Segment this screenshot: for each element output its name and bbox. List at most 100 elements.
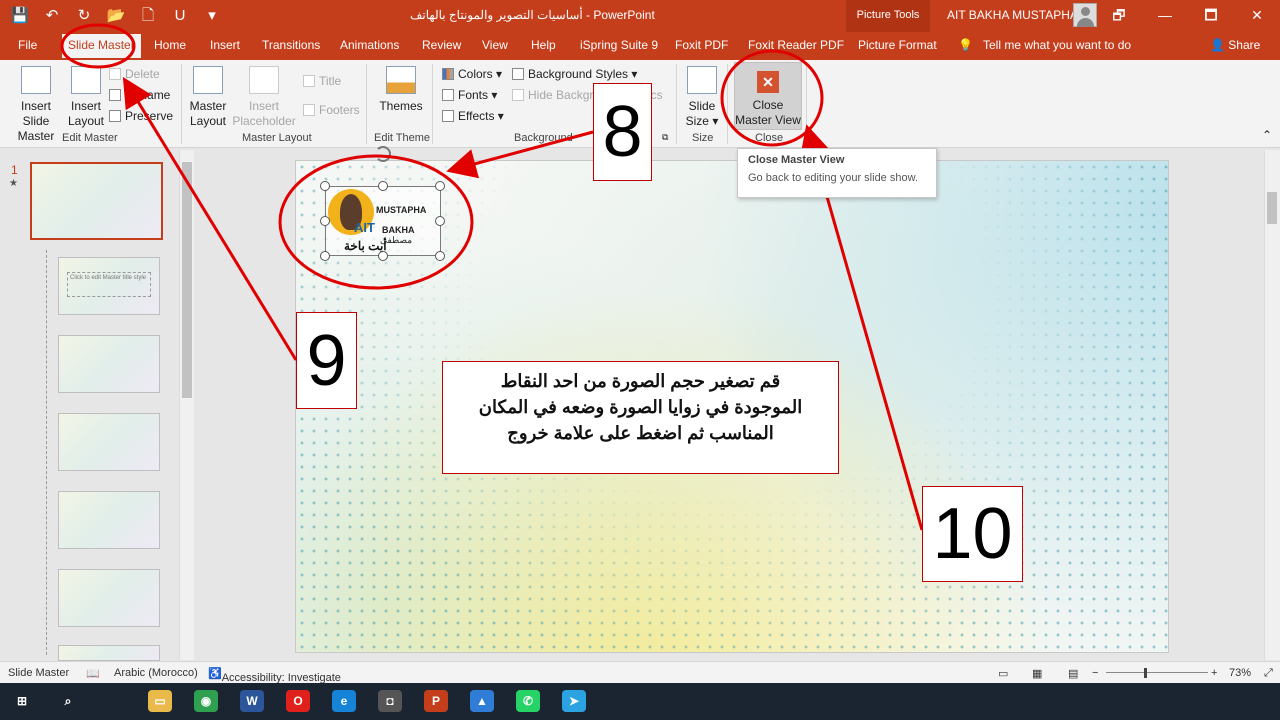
colors-dropdown[interactable]: Colors ▾ bbox=[442, 67, 502, 81]
insert-layout-button[interactable]: Insert Layout bbox=[66, 64, 106, 129]
customize-qat-icon[interactable]: ▾ bbox=[202, 6, 222, 26]
rename-button[interactable]: Rename bbox=[109, 88, 170, 102]
resize-handle[interactable] bbox=[320, 251, 330, 261]
resize-handle[interactable] bbox=[435, 216, 445, 226]
tab-insert[interactable]: Insert bbox=[210, 38, 240, 52]
resize-handle[interactable] bbox=[320, 216, 330, 226]
tab-view[interactable]: View bbox=[482, 38, 508, 52]
master-layout-icon bbox=[193, 66, 223, 94]
spellcheck-icon[interactable]: 📖 bbox=[86, 667, 100, 680]
fonts-dropdown[interactable]: Fonts ▾ bbox=[442, 88, 497, 102]
tab-foxit-pdf[interactable]: Foxit PDF bbox=[675, 38, 728, 52]
whatsapp-icon[interactable]: ✆ bbox=[516, 690, 540, 712]
edge-icon[interactable]: e bbox=[332, 690, 356, 712]
share-button[interactable]: 👤 Share bbox=[1210, 38, 1260, 52]
new-icon[interactable]: 🗋 bbox=[138, 6, 158, 26]
zoom-level[interactable]: 73% bbox=[1229, 667, 1251, 679]
file-explorer-icon[interactable]: ▭ bbox=[148, 690, 172, 712]
preserve-button[interactable]: Preserve bbox=[109, 109, 173, 123]
selected-logo-picture[interactable]: MUSTAPHA AIT BAKHA مصطفى أيت باخة bbox=[320, 181, 445, 261]
effects-dropdown[interactable]: Effects ▾ bbox=[442, 109, 504, 123]
hide-background-checkbox[interactable]: Hide Backgro bbox=[512, 88, 600, 102]
scroll-thumb[interactable] bbox=[182, 162, 192, 398]
avatar[interactable] bbox=[1073, 3, 1097, 27]
windows-icon[interactable]: ⊞ bbox=[10, 690, 34, 712]
word-icon[interactable]: W bbox=[240, 690, 264, 712]
undo-icon[interactable]: ↶ bbox=[42, 6, 62, 26]
ribbon-display-icon[interactable]: 🗗 bbox=[1096, 0, 1142, 32]
resize-handle[interactable] bbox=[378, 251, 388, 261]
delete-button[interactable]: Delete bbox=[109, 67, 160, 81]
thumbnail-scrollbar[interactable] bbox=[179, 150, 194, 660]
zoom-slider-thumb[interactable] bbox=[1144, 668, 1147, 678]
insert-slide-master-button[interactable]: Insert Slide Master bbox=[6, 64, 66, 144]
language[interactable]: Arabic (Morocco) bbox=[114, 667, 198, 679]
redo-icon[interactable]: ↻ bbox=[74, 6, 94, 26]
opera-icon[interactable]: O bbox=[286, 690, 310, 712]
slide-size-button[interactable]: Slide Size ▾ bbox=[682, 64, 722, 129]
zoom-slider[interactable] bbox=[1106, 672, 1208, 673]
tab-transitions[interactable]: Transitions bbox=[262, 38, 320, 52]
footers-checkbox[interactable]: Footers bbox=[303, 103, 360, 117]
close-window-button[interactable]: ✕ bbox=[1234, 0, 1280, 32]
resize-handle[interactable] bbox=[435, 251, 445, 261]
slide-scrollbar[interactable] bbox=[1264, 150, 1280, 660]
underline-icon[interactable]: U bbox=[170, 6, 190, 26]
layout-thumbnail[interactable] bbox=[58, 335, 160, 393]
layout-thumbnail[interactable] bbox=[58, 569, 160, 627]
delete-icon bbox=[109, 68, 121, 80]
master-layout-button[interactable]: Master Layout bbox=[188, 64, 228, 129]
slide-sorter-icon[interactable]: ▦ bbox=[1032, 667, 1042, 680]
dialog-launcher-icon[interactable]: ⧉ bbox=[662, 132, 668, 143]
label: Master View bbox=[735, 113, 801, 127]
fit-slide-icon[interactable]: ⤢ bbox=[1264, 667, 1273, 680]
taskbar: ⊞ ⌕ ▭ ◉ W Oe ◘ P ▲ ✆ ➤ bbox=[0, 683, 1280, 720]
tab-file[interactable]: File bbox=[18, 38, 37, 52]
layout-thumbnail[interactable] bbox=[58, 413, 160, 471]
resize-handle[interactable] bbox=[320, 181, 330, 191]
powerpoint-icon[interactable]: P bbox=[424, 690, 448, 712]
camera-icon[interactable]: ◘ bbox=[378, 690, 402, 712]
title-checkbox[interactable]: Title bbox=[303, 74, 341, 88]
normal-view-icon[interactable]: ▭ bbox=[998, 667, 1008, 680]
tab-slide-master[interactable]: Slide Master bbox=[62, 34, 141, 58]
logo-text: MUSTAPHA bbox=[376, 205, 427, 215]
tell-me-search[interactable]: Tell me what you want to do bbox=[983, 38, 1131, 52]
zoom-in-icon[interactable]: + bbox=[1211, 667, 1217, 679]
label: Placeholder bbox=[232, 114, 296, 128]
tab-animations[interactable]: Animations bbox=[340, 38, 399, 52]
rotate-handle-icon[interactable] bbox=[375, 146, 391, 162]
label: Background Styles bbox=[528, 67, 629, 81]
tab-ispring[interactable]: iSpring Suite 9 bbox=[580, 38, 658, 52]
scroll-thumb[interactable] bbox=[1267, 192, 1277, 224]
layout-thumbnail[interactable]: Click to edit Master title style bbox=[58, 257, 160, 315]
search-icon[interactable]: ⌕ bbox=[56, 690, 80, 712]
accessibility-status[interactable]: ♿ Accessibility: Investigate bbox=[208, 667, 341, 684]
layout-thumbnail[interactable] bbox=[58, 491, 160, 549]
tab-help[interactable]: Help bbox=[531, 38, 556, 52]
photos-icon[interactable]: ▲ bbox=[470, 690, 494, 712]
tab-home[interactable]: Home bbox=[154, 38, 186, 52]
tab-review[interactable]: Review bbox=[422, 38, 461, 52]
rename-icon bbox=[109, 89, 121, 101]
close-master-view-button[interactable]: ✕ Close Master View bbox=[734, 62, 802, 130]
layout-thumbnail[interactable] bbox=[58, 645, 160, 661]
slide-master-thumbnail[interactable] bbox=[30, 162, 163, 240]
reading-view-icon[interactable]: ▤ bbox=[1068, 667, 1078, 680]
chrome-icon[interactable]: ◉ bbox=[194, 690, 218, 712]
maximize-button[interactable]: 🗖 bbox=[1188, 0, 1234, 32]
collapse-ribbon-icon[interactable]: ⌃ bbox=[1262, 128, 1272, 142]
open-icon[interactable]: 📂 bbox=[106, 6, 126, 26]
insert-placeholder-button[interactable]: Insert Placeholder bbox=[228, 64, 300, 129]
background-styles-dropdown[interactable]: Background Styles ▾ bbox=[512, 67, 637, 81]
save-icon[interactable]: 💾 bbox=[10, 6, 30, 26]
tab-foxit-reader[interactable]: Foxit Reader PDF bbox=[748, 38, 844, 52]
resize-handle[interactable] bbox=[435, 181, 445, 191]
tab-picture-format[interactable]: Picture Format bbox=[858, 38, 937, 52]
telegram-icon[interactable]: ➤ bbox=[562, 690, 586, 712]
user-name[interactable]: AIT BAKHA MUSTAPHA bbox=[947, 8, 1078, 22]
zoom-out-icon[interactable]: − bbox=[1092, 667, 1098, 679]
themes-button[interactable]: Themes bbox=[376, 64, 426, 114]
minimize-button[interactable]: — bbox=[1142, 0, 1188, 32]
resize-handle[interactable] bbox=[378, 181, 388, 191]
